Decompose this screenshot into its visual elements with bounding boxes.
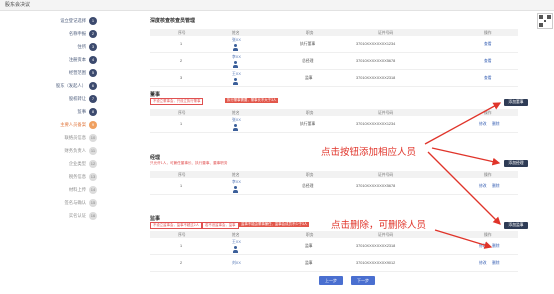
qr-code-icon xyxy=(537,13,553,29)
section-note: 只允许1人，可兼任董事长、执行董事、董事职务 xyxy=(150,161,228,165)
step-item[interactable]: 注册资本 4 xyxy=(69,55,97,64)
step-item-current[interactable]: 主要人员备案 9 xyxy=(60,120,97,129)
prev-step-button[interactable]: 上一步 xyxy=(319,276,343,285)
add-director-button[interactable]: 添加董事 xyxy=(504,99,528,106)
table-row: 1 张XX 执行董事 37010XXXXXXXX1234 修改 删除 xyxy=(150,116,518,133)
rule-tag[interactable]: 若不设监事会，监事 xyxy=(202,222,239,229)
person-icon xyxy=(233,186,238,193)
add-supervisor-button[interactable]: 添加监事 xyxy=(504,222,528,229)
section-title: 监事 xyxy=(150,216,161,222)
step-item[interactable]: 联络员信息 10 xyxy=(65,133,97,142)
table-row: 1 张XX 执行董事 37010XXXXXXXX1234 查看 xyxy=(150,36,518,53)
step-item[interactable]: 税务信息 13 xyxy=(69,172,97,181)
delete-link[interactable]: 删除 xyxy=(492,122,500,127)
window-title: 股东会决议 xyxy=(5,2,31,8)
step-item[interactable]: 股权转让 7 xyxy=(69,94,97,103)
table-row: 3 王XX 监事 37010XXXXXXXX2318 查看 xyxy=(150,70,518,87)
rule-tag[interactable]: 不设立监事会，监事不超过2人 xyxy=(150,222,202,229)
step-item[interactable]: 财务负责人 11 xyxy=(65,146,97,155)
table-row: 2 李XX 总经理 37010XXXXXXXX5678 查看 xyxy=(150,53,518,70)
view-link[interactable]: 查看 xyxy=(484,59,492,64)
section-title: 深度核查核查员管理 xyxy=(150,18,196,24)
edit-link[interactable]: 修改 xyxy=(479,184,487,189)
rule-tag-selected[interactable]: 执行董事需要，董事长不大于3人 xyxy=(225,98,279,103)
person-icon xyxy=(233,246,238,253)
view-link[interactable]: 查看 xyxy=(484,42,492,47)
rule-tag[interactable]: 不设立董事会，只设立执行董事 xyxy=(150,98,204,105)
step-item[interactable]: 材料上传 14 xyxy=(69,185,97,194)
step-item[interactable]: 实名认证 16 xyxy=(69,211,97,220)
next-step-button[interactable]: 下一步 xyxy=(351,276,375,285)
table-header: 序号 姓名 职务 证件号码 操作 xyxy=(150,231,518,238)
step-sidebar: 设立登记选择 1 名称申报 2 住所 3 注册资本 4 经营范围 5 股东（发起人） 6 股… xyxy=(0,11,103,294)
step-item[interactable]: 企业类型 12 xyxy=(69,159,97,168)
table-header: 序号 姓名 职务 证件号码 操作 xyxy=(150,109,518,116)
add-manager-button[interactable]: 添加经理 xyxy=(504,160,528,167)
rule-tag-selected[interactable]: 监事不能由董事兼任，监事会成员不少于3人 xyxy=(239,222,310,227)
person-icon xyxy=(233,124,238,131)
edit-link[interactable]: 修改 xyxy=(479,261,487,266)
person-icon xyxy=(233,61,238,68)
annotation-delete: 点击删除，可删除人员 xyxy=(331,220,427,231)
delete-link[interactable]: 删除 xyxy=(492,184,500,189)
step-item[interactable]: 监事 8 xyxy=(77,107,97,116)
edit-link[interactable]: 修改 xyxy=(479,122,487,127)
delete-link[interactable]: 删除 xyxy=(492,261,500,266)
step-item[interactable]: 住所 3 xyxy=(77,42,97,51)
table-row: 1 王XX 监事 37010XXXXXXXX2318 修改 删除 xyxy=(150,238,518,255)
person-icon xyxy=(233,78,238,85)
view-link[interactable]: 查看 xyxy=(484,76,492,81)
table-header: 序号 姓名 职务 证件号码 操作 xyxy=(150,29,518,36)
person-icon xyxy=(233,44,238,51)
step-item[interactable]: 名称申报 2 xyxy=(69,29,97,38)
annotation-add: 点击按钮添加相应人员 xyxy=(321,147,417,158)
step-item[interactable]: 设立登记选择 1 xyxy=(60,16,97,25)
edit-link[interactable]: 修改 xyxy=(479,244,487,249)
section-title: 董事 xyxy=(150,92,161,98)
step-item[interactable]: 签名与确认 15 xyxy=(65,198,97,207)
step-item[interactable]: 经营范围 5 xyxy=(69,68,97,77)
table-row: 1 李XX 总经理 37010XXXXXXXX5678 修改 删除 xyxy=(150,178,518,195)
table-row: 2 刘XX 监事 37010XXXXXXXX9012 修改 删除 xyxy=(150,255,518,272)
table-header: 序号 姓名 职务 证件号码 操作 xyxy=(150,171,518,178)
step-item[interactable]: 股东（发起人） 6 xyxy=(56,81,97,90)
window-titlebar: 股东会决议 xyxy=(0,0,554,11)
delete-link[interactable]: 删除 xyxy=(492,244,500,249)
section-title: 经理 xyxy=(150,155,161,161)
